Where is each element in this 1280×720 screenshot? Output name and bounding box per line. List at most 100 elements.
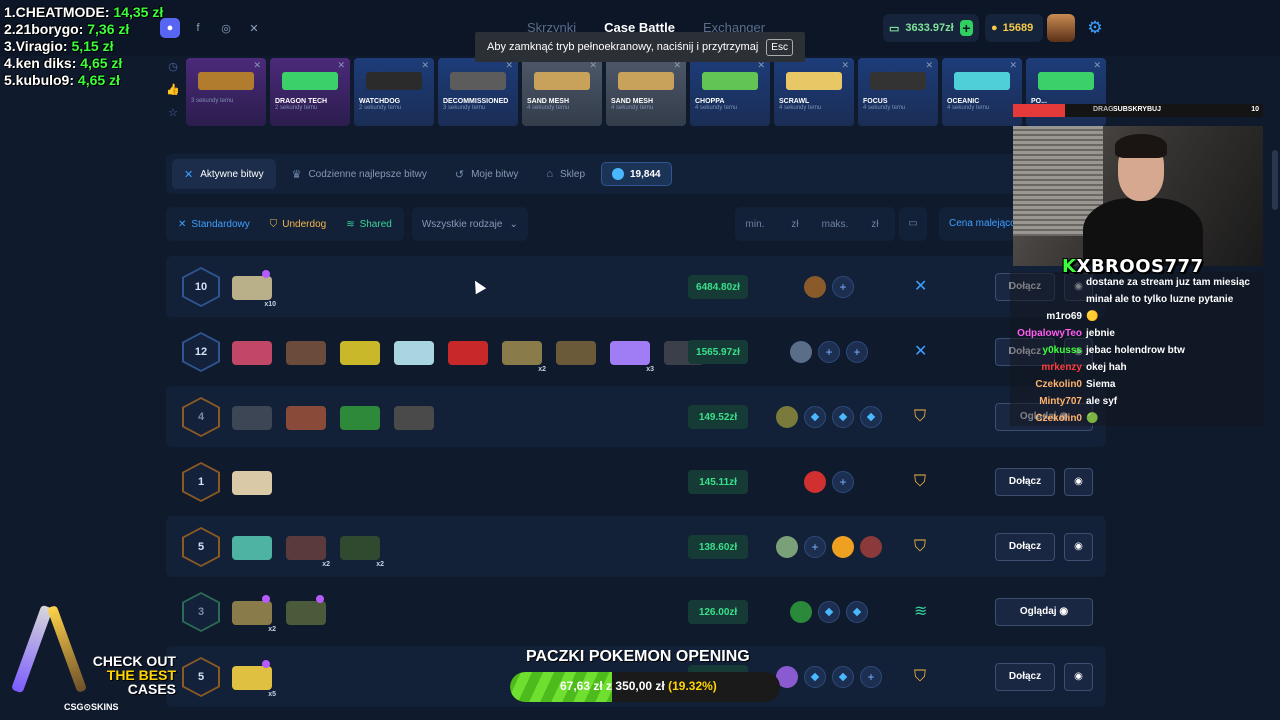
- underdog-mode-icon: ⛉: [914, 538, 927, 555]
- star-icon[interactable]: ☆: [168, 106, 178, 119]
- drop-card[interactable]: ✕ OCEANIC 4 sekundy temu: [942, 58, 1022, 126]
- stream-chat: dostane za stream juz tam miesiąc minał a…: [1010, 272, 1264, 426]
- chat-text: 🟢: [1086, 413, 1099, 424]
- underdog-mode-icon: ⛉: [914, 473, 927, 490]
- tab-daily-best[interactable]: ♛ Codzienne najlepsze bitwy: [280, 159, 439, 189]
- close-icon[interactable]: ✕: [1009, 60, 1017, 71]
- battle-row[interactable]: 12x2x31565.97zł++✕Dołącz◉: [166, 321, 1106, 382]
- tab-active-battles[interactable]: ✕ Aktywne bitwy: [172, 159, 276, 189]
- join-slot-button[interactable]: +: [818, 341, 840, 363]
- battle-players: +: [766, 665, 892, 689]
- close-icon[interactable]: ✕: [337, 60, 345, 71]
- chat-message: OdpalowyTeo jebnie: [1014, 325, 1260, 342]
- case-image: [448, 335, 488, 367]
- filter-underdog[interactable]: ⛉ Underdog: [270, 219, 326, 230]
- live-drops: ✕ 3 sekundy temu ✕ DRAGON TECH 2 sekundy tem…: [186, 58, 1110, 128]
- close-icon[interactable]: ✕: [1093, 60, 1101, 71]
- drop-card[interactable]: ✕ DECOMMISSIONED 3 sekundy temu: [438, 58, 518, 126]
- knife-image: [46, 605, 88, 693]
- user-avatar[interactable]: [1047, 14, 1075, 42]
- drop-time: 3 sekundy temu: [191, 98, 234, 104]
- case-image: [232, 400, 272, 432]
- gear-icon[interactable]: ⚙: [1083, 16, 1107, 40]
- drop-time: 4 sekundy temu: [527, 105, 570, 111]
- close-icon[interactable]: ✕: [253, 60, 261, 71]
- case-image: [394, 400, 434, 432]
- battle-row[interactable]: 4149.52zł⛉Oglądaj ◉: [166, 386, 1106, 447]
- price-range: min. zł maks. zł: [735, 207, 895, 241]
- join-slot-button[interactable]: +: [860, 666, 882, 688]
- eye-icon[interactable]: ◉: [1064, 663, 1093, 691]
- drop-card[interactable]: ✕ 3 sekundy temu: [186, 58, 266, 126]
- battle-cases: x2 x2: [232, 530, 384, 568]
- filter-shared[interactable]: ≋ Shared: [346, 219, 392, 230]
- x-icon[interactable]: ✕: [244, 18, 264, 38]
- deposit-button[interactable]: +: [959, 20, 973, 36]
- battle-players: +: [766, 275, 892, 299]
- basket-icon: ⌂: [546, 168, 553, 180]
- join-button[interactable]: Dołącz: [995, 468, 1055, 496]
- standard-mode-icon: ✕: [914, 278, 928, 295]
- standard-mode-icon: ✕: [914, 343, 928, 360]
- gem-balance[interactable]: 19,844: [601, 162, 672, 186]
- underdog-mode-icon: ⛉: [914, 408, 927, 425]
- battle-price: 138.60zł: [688, 535, 748, 559]
- battle-row[interactable]: 5 x2 x2 138.60zł + ⛉ Dołącz ◉: [166, 516, 1106, 577]
- drop-name: DRAGON TECH: [275, 98, 328, 105]
- facebook-icon[interactable]: f: [188, 18, 208, 38]
- weapon-image: [198, 72, 254, 90]
- join-button[interactable]: Dołącz: [995, 533, 1055, 561]
- drop-card[interactable]: ✕ WATCHDOG 2 sekundy temu: [354, 58, 434, 126]
- drop-card[interactable]: ✕ DRAGON TECH 2 sekundy temu: [270, 58, 350, 126]
- scrollbar[interactable]: [1272, 150, 1278, 210]
- join-slot-button[interactable]: +: [846, 341, 868, 363]
- tab-my-battles[interactable]: ↺ Moje bitwy: [443, 159, 530, 189]
- close-icon[interactable]: ✕: [421, 60, 429, 71]
- max-price-input[interactable]: maks.: [815, 219, 855, 230]
- join-slot-button[interactable]: +: [832, 276, 854, 298]
- battle-price: 126.00zł: [688, 600, 748, 624]
- weapon-image: [450, 72, 506, 90]
- battle-row[interactable]: 10x106484.80zł+✕Dołącz◉: [166, 256, 1106, 317]
- case-multiplier: x10: [264, 301, 276, 308]
- close-icon[interactable]: ✕: [841, 60, 849, 71]
- chat-message: minał ale to tylko luzne pytanie: [1014, 291, 1260, 308]
- close-icon[interactable]: ✕: [925, 60, 933, 71]
- watch-button[interactable]: Oglądaj ◉: [995, 598, 1093, 626]
- drop-card[interactable]: ✕ SCRAWL 4 sekundy temu: [774, 58, 854, 126]
- wallet-balance[interactable]: ▭ 3633.97zł +: [883, 14, 979, 42]
- tab-shop[interactable]: ⌂ Sklep: [534, 159, 597, 189]
- battle-row[interactable]: 3 x2 126.00zł ≋ Oglądaj ◉: [166, 581, 1106, 642]
- thumbs-up-icon[interactable]: 👍: [166, 83, 180, 96]
- eye-icon[interactable]: ◉: [1064, 533, 1093, 561]
- battle-row[interactable]: 1 145.11zł + ⛉ Dołącz ◉: [166, 451, 1106, 512]
- type-select[interactable]: Wszystkie rodzaje ⌄: [411, 207, 528, 241]
- promo-brand: CSG⊙SKINS: [64, 702, 119, 712]
- min-price-input[interactable]: min.: [735, 219, 775, 230]
- chat-username: OdpalowyTeo: [1017, 328, 1082, 339]
- drop-card[interactable]: ✕ FOCUS 4 sekundy temu: [858, 58, 938, 126]
- drop-card[interactable]: ✕ SAND MESH 4 sekundy temu: [606, 58, 686, 126]
- rounds-badge: 5: [182, 527, 220, 567]
- clock-icon[interactable]: ◷: [168, 60, 178, 73]
- case-image: [232, 465, 272, 497]
- battle-price: 1565.97zł: [688, 340, 748, 364]
- sort-select[interactable]: Cena malejąco: [939, 207, 1015, 241]
- drop-card[interactable]: ✕ CHOPPA 4 sekundy temu: [690, 58, 770, 126]
- instagram-icon[interactable]: ◎: [216, 18, 236, 38]
- battle-tabs: ✕ Aktywne bitwy ♛ Codzienne najlepsze bitw…: [166, 154, 1016, 194]
- eye-icon[interactable]: ◉: [1064, 468, 1093, 496]
- subscriber-goal: DRAG SUBSKRYBUJ 10: [1013, 104, 1263, 117]
- goal-title: PACZKI POKEMON OPENING: [526, 648, 750, 665]
- clear-filter-icon[interactable]: ▭: [899, 207, 927, 241]
- filter-standard[interactable]: ✕ Standardowy: [178, 219, 250, 230]
- join-slot-button[interactable]: +: [832, 471, 854, 493]
- join-button[interactable]: Dołącz: [995, 663, 1055, 691]
- coin-balance[interactable]: ● 15689: [985, 14, 1043, 42]
- weapon-image: [534, 72, 590, 90]
- drop-card[interactable]: ✕ SAND MESH 4 sekundy temu: [522, 58, 602, 126]
- weapon-image: [954, 72, 1010, 90]
- swords-icon: ✕: [178, 218, 187, 230]
- join-slot-button[interactable]: +: [804, 536, 826, 558]
- case-image: [232, 335, 272, 367]
